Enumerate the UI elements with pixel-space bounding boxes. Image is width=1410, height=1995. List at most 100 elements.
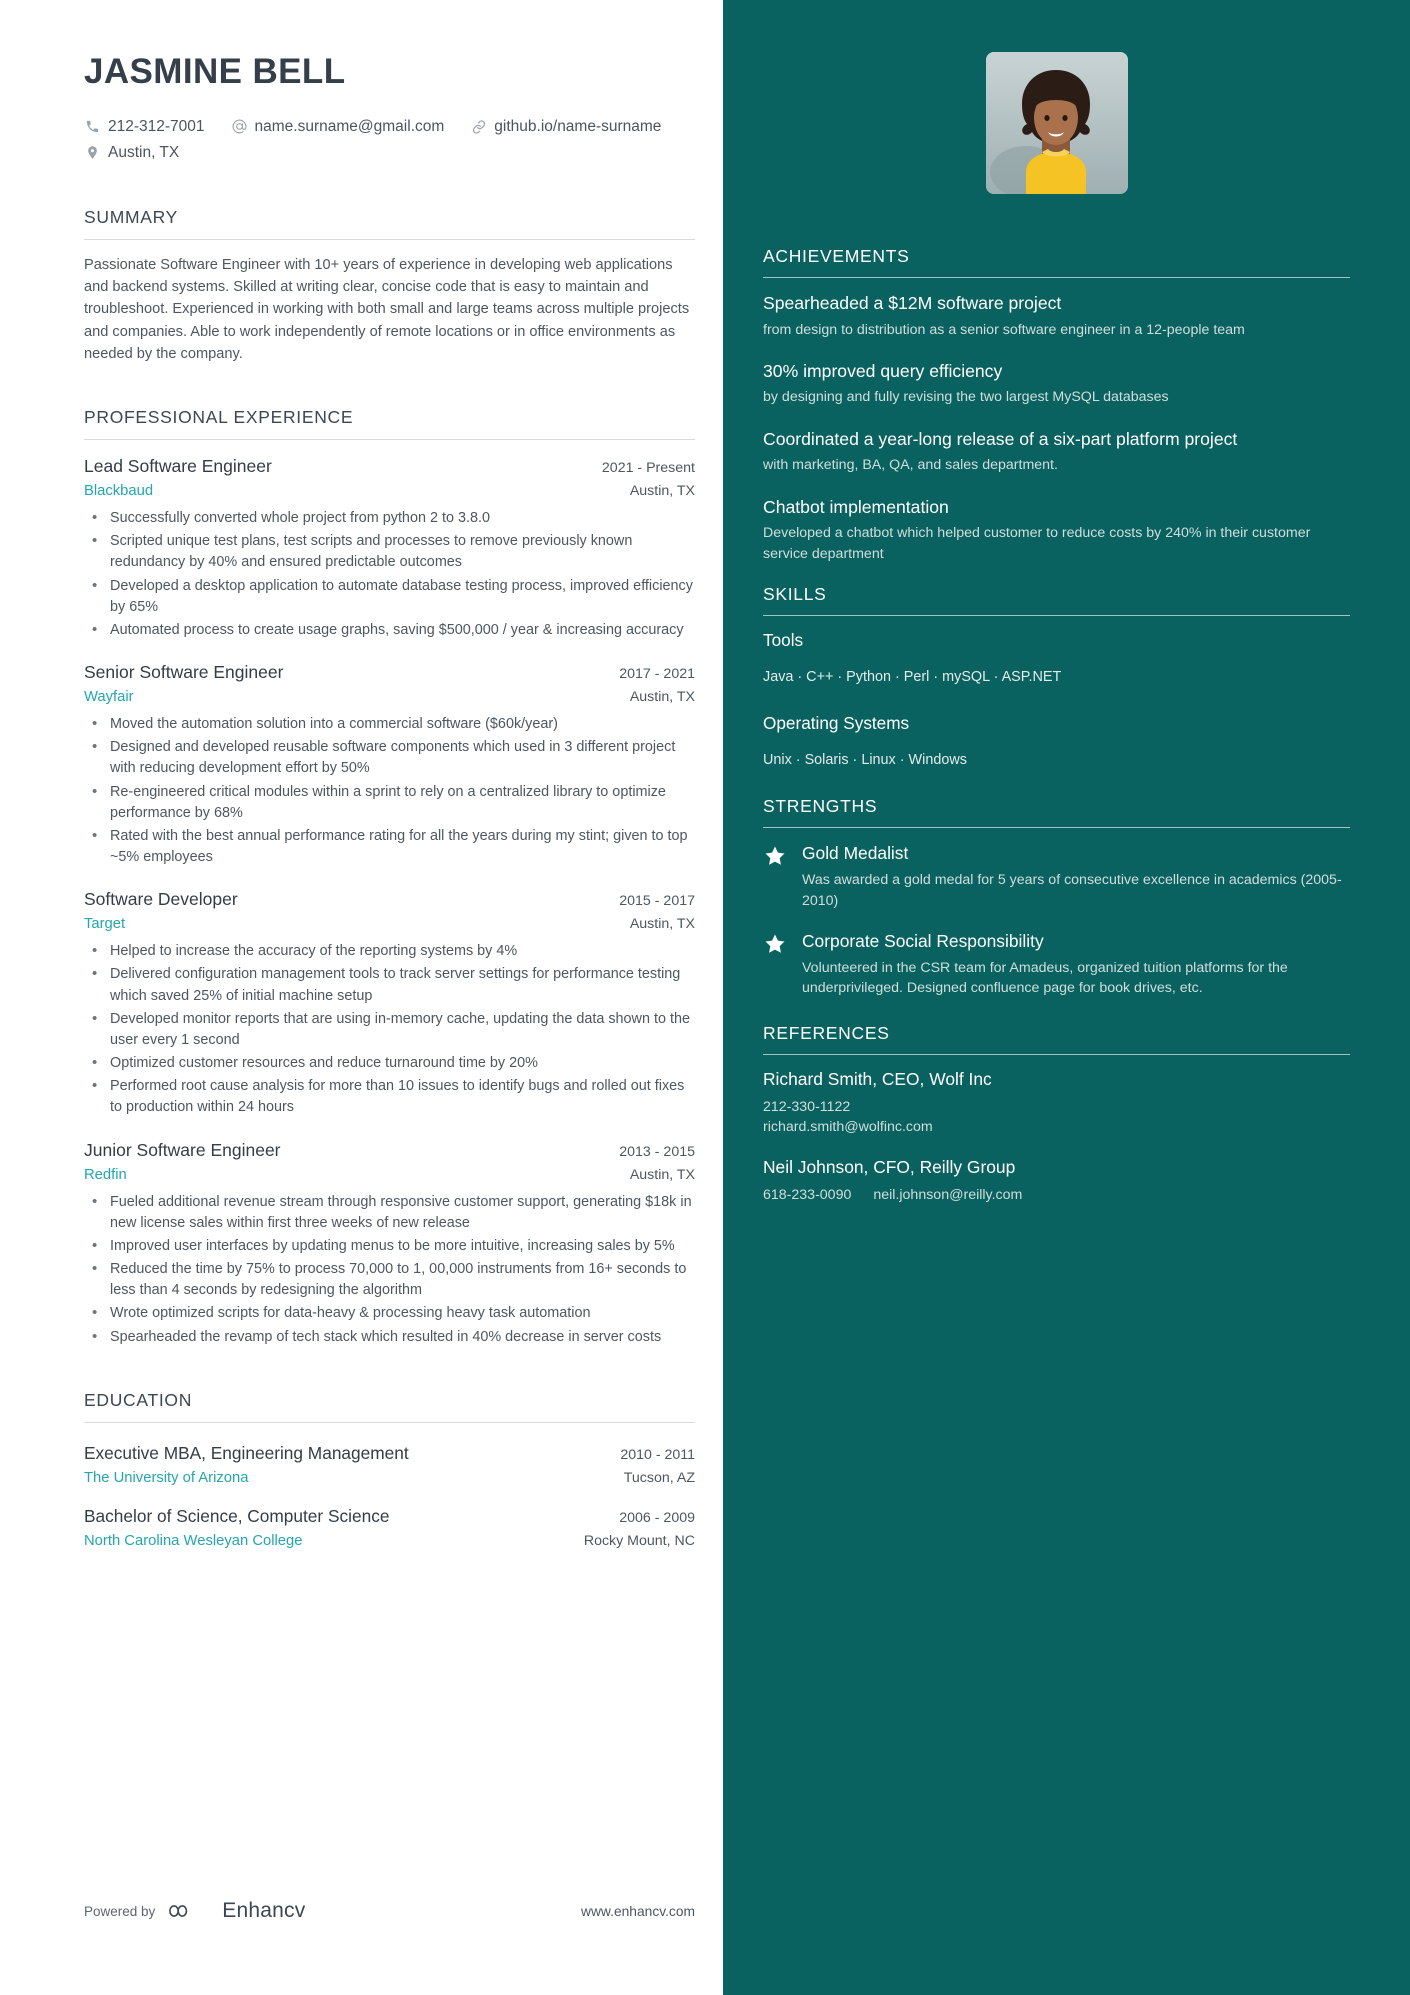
at-icon <box>231 118 248 135</box>
experience-item-subheader: Target Austin, TX <box>84 916 695 932</box>
reference-item: Richard Smith, CEO, Wolf Inc 212-330-112… <box>763 1069 1350 1137</box>
strength-description: Volunteered in the CSR team for Amadeus,… <box>802 959 1288 997</box>
divider <box>84 1421 695 1423</box>
divider <box>763 615 1350 617</box>
section-skills: SKILLS Tools Java · C++ · Python · Perl … <box>763 584 1350 774</box>
reference-contact: 212-330-1122 richard.smith@wolfinc.com <box>763 1097 1350 1137</box>
education-location: Tucson, AZ <box>623 1469 695 1486</box>
job-title: Software Developer <box>84 889 238 910</box>
reference-contact: 618-233-0090 neil.johnson@reilly.com <box>763 1185 1350 1205</box>
achievement-description: with marketing, BA, QA, and sales depart… <box>763 457 1058 474</box>
job-location: Austin, TX <box>629 916 695 933</box>
reference-item: Neil Johnson, CFO, Reilly Group 618-233-… <box>763 1157 1350 1205</box>
experience-item: Senior Software Engineer 2017 - 2021 Way… <box>84 662 695 868</box>
strength-title: Corporate Social Responsibility <box>802 931 1044 952</box>
experience-item-subheader: Redfin Austin, TX <box>84 1167 695 1183</box>
strength-body: Gold Medalist Was awarded a gold medal f… <box>802 842 1350 911</box>
avatar <box>985 52 1128 194</box>
reference-phone[interactable]: 212-330-1122 <box>763 1097 1350 1117</box>
footer-powered-label: Powered by <box>84 1903 156 1919</box>
skills-list: Tools Java · C++ · Python · Perl · mySQL… <box>763 630 1350 774</box>
contact-line-2: Austin, TX <box>84 140 695 166</box>
experience-item-subheader: Wayfair Austin, TX <box>84 689 695 705</box>
contact-link[interactable]: github.io/name-surname <box>470 114 661 140</box>
job-dates: 2015 - 2017 <box>619 893 695 910</box>
divider <box>84 239 695 241</box>
job-bullets: Moved the automation solution into a com… <box>84 713 695 868</box>
job-company: Wayfair <box>84 689 134 706</box>
job-bullets: Fueled additional revenue stream through… <box>84 1191 695 1348</box>
education-school: North Carolina Wesleyan College <box>84 1532 303 1549</box>
job-bullet: Developed a desktop application to autom… <box>84 574 695 618</box>
job-bullet: Moved the automation solution into a com… <box>84 713 695 735</box>
references-heading: REFERENCES <box>763 1023 890 1044</box>
strengths-heading: STRENGTHS <box>763 796 878 817</box>
education-heading: EDUCATION <box>84 1389 193 1410</box>
achievement-title: Spearheaded a $12M software project <box>763 293 1062 313</box>
job-bullet: Automated process to create usage graphs… <box>84 619 695 641</box>
reference-email[interactable]: neil.johnson@reilly.com <box>873 1187 1022 1203</box>
contact-line-1: 212-312-7001 name.surname@gmail.com gith… <box>84 114 695 140</box>
job-bullet: Optimized customer resources and reduce … <box>84 1052 695 1074</box>
strength-item: Corporate Social Responsibility Voluntee… <box>763 930 1350 999</box>
education-location: Rocky Mount, NC <box>583 1532 695 1549</box>
section-education: EDUCATION Executive MBA, Engineering Man… <box>84 1390 695 1549</box>
contact-info: 212-312-7001 name.surname@gmail.com gith… <box>84 114 695 165</box>
experience-item: Lead Software Engineer 2021 - Present Bl… <box>84 456 695 641</box>
job-bullet: Rated with the best annual performance r… <box>84 825 695 868</box>
education-degree: Bachelor of Science, Computer Science <box>84 1505 390 1526</box>
strengths-list: Gold Medalist Was awarded a gold medal f… <box>763 842 1350 999</box>
section-references: REFERENCES Richard Smith, CEO, Wolf Inc … <box>763 1023 1350 1205</box>
education-item-subheader: The University of Arizona Tucson, AZ <box>84 1470 695 1486</box>
experience-item-header: Software Developer 2015 - 2017 <box>84 889 695 910</box>
education-item-header: Executive MBA, Engineering Management 20… <box>84 1443 695 1464</box>
education-school: The University of Arizona <box>84 1469 249 1486</box>
contact-email[interactable]: name.surname@gmail.com <box>231 114 445 140</box>
contact-email-text: name.surname@gmail.com <box>254 118 445 135</box>
section-experience: PROFESSIONAL EXPERIENCE Lead Software En… <box>84 407 695 1348</box>
contact-phone[interactable]: 212-312-7001 <box>84 114 205 140</box>
contact-link-text: github.io/name-surname <box>494 118 662 135</box>
experience-item-subheader: Blackbaud Austin, TX <box>84 483 695 499</box>
education-dates: 2006 - 2009 <box>619 1509 695 1526</box>
job-bullet: Reduced the time by 75% to process 70,00… <box>84 1258 695 1301</box>
job-company: Target <box>84 916 126 933</box>
skill-group: Tools Java · C++ · Python · Perl · mySQL… <box>763 630 1350 691</box>
skill-group: Operating Systems Unix · Solaris · Linux… <box>763 713 1350 774</box>
link-icon <box>470 118 487 135</box>
job-bullet: Designed and developed reusable software… <box>84 736 695 779</box>
experience-item-header: Junior Software Engineer 2013 - 2015 <box>84 1140 695 1161</box>
star-icon <box>763 930 789 999</box>
enhancv-logo: Enhancv <box>169 1899 305 1923</box>
experience-item: Junior Software Engineer 2013 - 2015 Red… <box>84 1140 695 1348</box>
phone-icon <box>84 118 101 135</box>
skill-group-items: Unix · Solaris · Linux · Windows <box>763 752 967 769</box>
achievement-item: Coordinated a year-long release of a six… <box>763 428 1350 476</box>
education-item-header: Bachelor of Science, Computer Science 20… <box>84 1506 695 1527</box>
footer-website: www.enhancv.com <box>581 1903 695 1919</box>
strength-body: Corporate Social Responsibility Voluntee… <box>802 930 1350 999</box>
avatar-wrap <box>763 52 1350 194</box>
job-title: Lead Software Engineer <box>84 455 272 476</box>
reference-phone[interactable]: 618-233-0090 <box>763 1187 851 1203</box>
page-title: JASMINE BELL <box>84 52 346 91</box>
achievement-item: Spearheaded a $12M software project from… <box>763 292 1350 340</box>
achievement-title: Chatbot implementation <box>763 496 949 517</box>
job-title: Senior Software Engineer <box>84 662 284 683</box>
job-company: Blackbaud <box>84 482 154 499</box>
skills-heading: SKILLS <box>763 584 827 605</box>
education-item: Bachelor of Science, Computer Science 20… <box>84 1506 695 1549</box>
job-bullet: Scripted unique test plans, test scripts… <box>84 530 695 573</box>
references-list: Richard Smith, CEO, Wolf Inc 212-330-112… <box>763 1069 1350 1205</box>
divider <box>763 827 1350 829</box>
job-dates: 2017 - 2021 <box>619 666 695 683</box>
reference-email[interactable]: richard.smith@wolfinc.com <box>763 1117 1350 1137</box>
map-pin-icon <box>84 144 101 161</box>
education-list: Executive MBA, Engineering Management 20… <box>84 1443 695 1549</box>
strength-item: Gold Medalist Was awarded a gold medal f… <box>763 842 1350 911</box>
education-dates: 2010 - 2011 <box>620 1446 695 1463</box>
achievement-description: by designing and fully revising the two … <box>763 389 1169 406</box>
section-summary: SUMMARY Passionate Software Engineer wit… <box>84 207 695 365</box>
education-degree: Executive MBA, Engineering Management <box>84 1442 409 1463</box>
sidebar-column: ACHIEVEMENTS Spearheaded a $12M software… <box>723 0 1410 1995</box>
